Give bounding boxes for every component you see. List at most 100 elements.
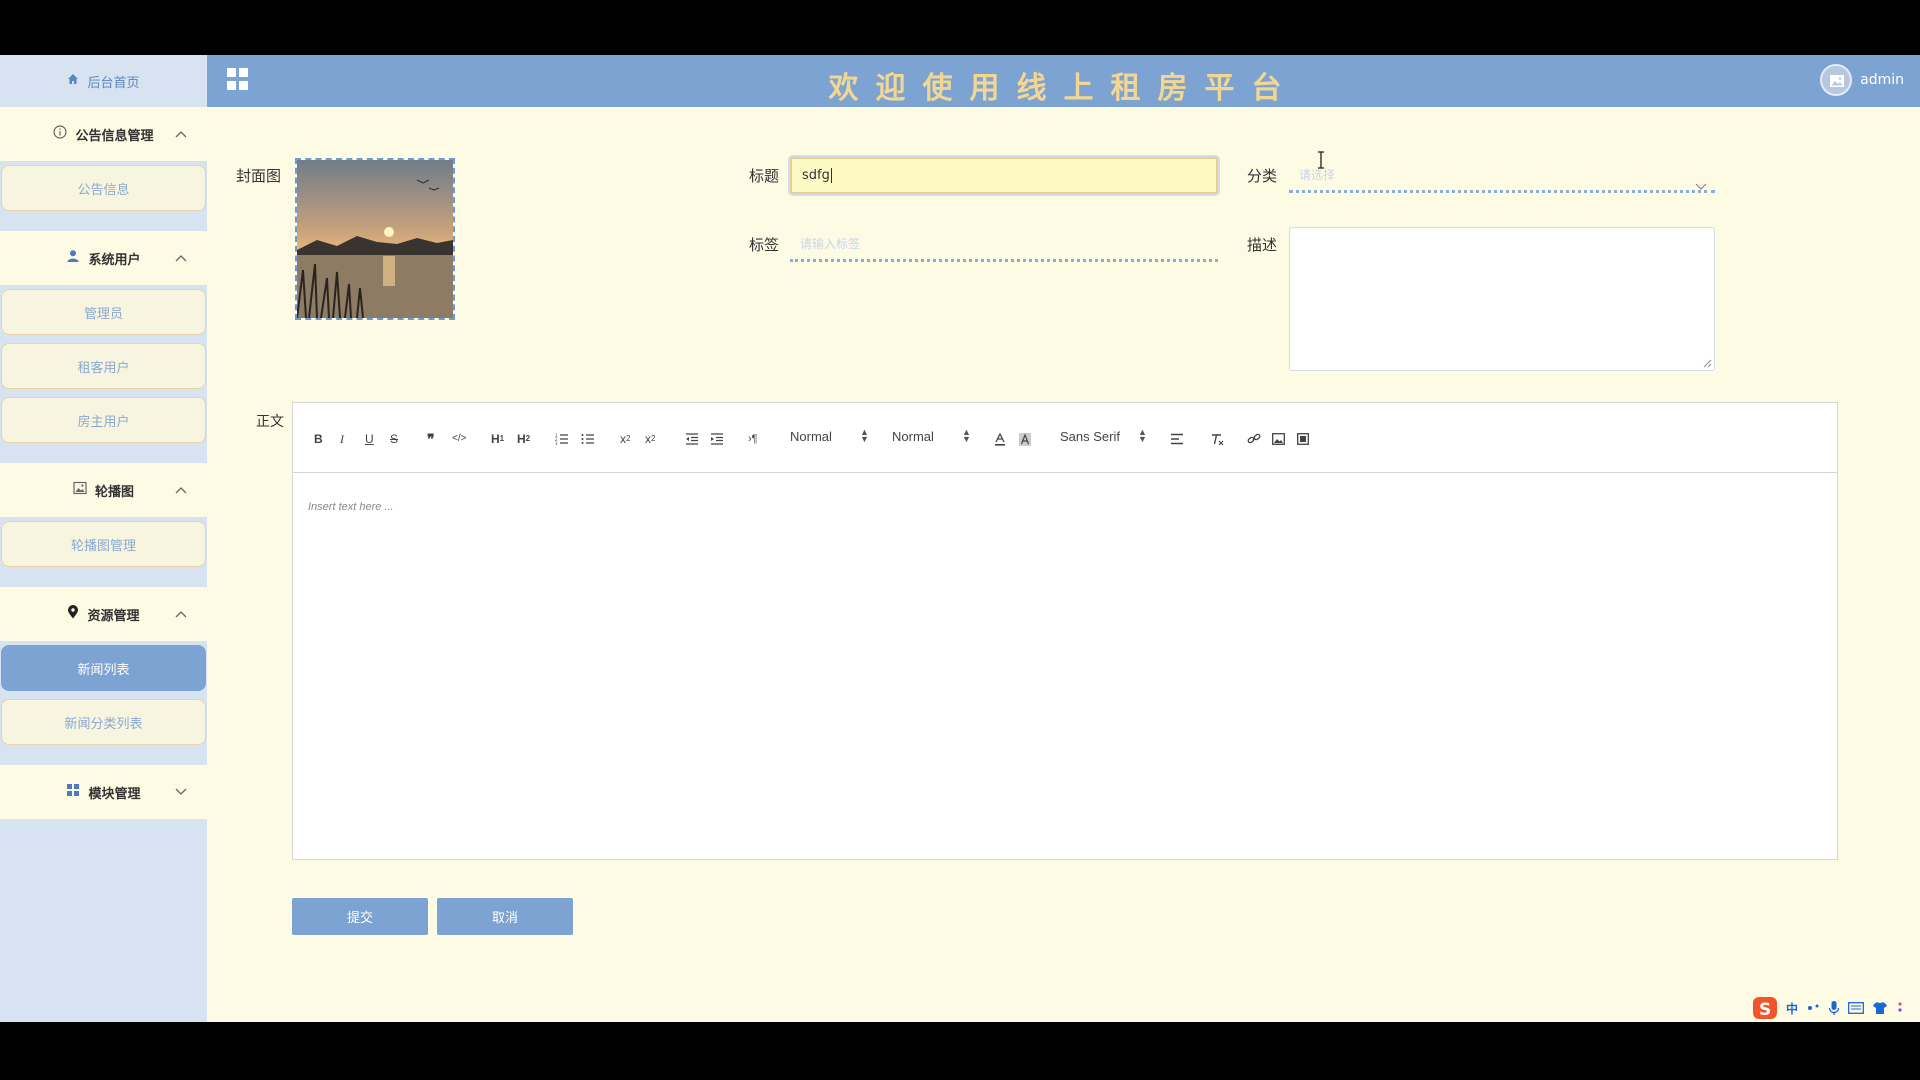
size-select[interactable]: Normal ▲ ▼ <box>892 428 971 445</box>
header-select[interactable]: Normal ▲ ▼ <box>790 428 869 445</box>
submenu-carousel: 轮播图管理 <box>0 517 207 579</box>
menu-group-label: 系统用户 <box>88 252 141 268</box>
superscript-icon[interactable]: x2 <box>645 431 655 447</box>
strikethrough-icon[interactable]: S <box>390 431 398 447</box>
divider <box>0 223 207 231</box>
resize-handle-icon[interactable] <box>1703 359 1712 368</box>
rich-text-editor: B I U S ❞ </> H1 H2 123 x2 x2 ›¶ Normal … <box>292 402 1838 860</box>
user-icon <box>66 249 80 267</box>
sidebar-item-admin[interactable]: 管理员 <box>1 289 206 335</box>
cover-label: 封面图 <box>236 167 282 185</box>
sidebar-item-news-category-list[interactable]: 新闻分类列表 <box>1 699 206 745</box>
editor-toolbar: B I U S ❞ </> H1 H2 123 x2 x2 ›¶ Normal … <box>293 403 1837 473</box>
chevron-down-icon <box>175 785 187 800</box>
submenu-resources: 新闻列表 新闻分类列表 <box>0 641 207 757</box>
ime-language-toggle[interactable]: 中 <box>1786 1000 1798 1017</box>
home-icon <box>67 73 79 89</box>
top-header: 欢迎使用线上租房平台 admin <box>207 55 1920 107</box>
title-input[interactable]: sdfg <box>790 157 1218 194</box>
heading1-icon[interactable]: H1 <box>491 431 504 447</box>
outdent-icon[interactable] <box>685 431 699 447</box>
category-label: 分类 <box>1247 167 1278 185</box>
punctuation-icon[interactable] <box>1806 1002 1820 1014</box>
svg-text:3: 3 <box>555 441 558 445</box>
menu-group-label: 模块管理 <box>88 786 141 802</box>
tags-input-placeholder: 请输入标签 <box>800 237 861 251</box>
chevron-up-icon <box>175 483 187 498</box>
font-family-select[interactable]: Sans Serif ▲ ▼ <box>1060 428 1147 445</box>
menu-group-carousel[interactable]: 轮播图 <box>0 463 207 517</box>
keyboard-icon[interactable] <box>1848 1002 1864 1014</box>
menu-group-notice[interactable]: 公告信息管理 <box>0 107 207 161</box>
font-color-icon[interactable] <box>994 431 1006 447</box>
description-textarea[interactable] <box>1289 227 1715 371</box>
image-icon <box>73 481 87 499</box>
chevron-up-icon <box>175 251 187 266</box>
screen: 后台首页 公告信息管理 公告信息 系统用户 管理员 租客用户 房主用户 轮播图 … <box>0 0 1920 1080</box>
body-label: 正文 <box>256 414 284 430</box>
microphone-icon[interactable] <box>1828 1000 1840 1016</box>
sidebar-item-news-list[interactable]: 新闻列表 <box>1 645 206 691</box>
ordered-list-icon[interactable]: 123 <box>555 431 569 447</box>
submit-button[interactable]: 提交 <box>292 898 428 935</box>
title-input-value: sdfg <box>802 168 830 183</box>
link-icon[interactable] <box>1247 431 1261 447</box>
italic-icon[interactable]: I <box>340 431 344 447</box>
user-menu[interactable]: admin <box>1820 64 1904 96</box>
clear-format-icon[interactable] <box>1210 431 1224 447</box>
select-arrows-icon: ▲ ▼ <box>962 427 971 444</box>
grid-icon <box>66 783 80 801</box>
ime-toolbar: S 中 <box>1752 995 1904 1021</box>
chevron-up-icon <box>175 127 187 142</box>
blockquote-icon[interactable]: ❞ <box>427 431 435 447</box>
divider <box>0 757 207 765</box>
description-label: 描述 <box>1247 236 1278 254</box>
editor-content[interactable]: Insert text here ... <box>293 473 1837 859</box>
heading2-icon[interactable]: H2 <box>517 431 530 447</box>
tags-input[interactable]: 请输入标签 <box>790 228 1218 262</box>
sidebar-item-notice-info[interactable]: 公告信息 <box>1 165 206 211</box>
menu-group-modules[interactable]: 模块管理 <box>0 765 207 819</box>
bullet-list-icon[interactable] <box>581 431 595 447</box>
location-pin-icon <box>67 605 79 623</box>
menu-group-resources[interactable]: 资源管理 <box>0 587 207 641</box>
chevron-down-icon <box>1695 171 1707 203</box>
category-select[interactable]: 请选择 <box>1289 159 1715 193</box>
subscript-icon[interactable]: x2 <box>620 431 630 447</box>
size-select-value: Normal <box>892 429 934 444</box>
sogou-logo-icon[interactable]: S <box>1752 995 1778 1021</box>
sidebar-item-tenant-users[interactable]: 租客用户 <box>1 343 206 389</box>
submenu-notice: 公告信息 <box>0 161 207 223</box>
align-icon[interactable] <box>1170 431 1184 447</box>
insert-video-icon[interactable] <box>1297 431 1309 447</box>
divider <box>0 579 207 587</box>
cover-image-upload[interactable] <box>295 158 455 320</box>
select-arrows-icon: ▲ ▼ <box>860 427 869 444</box>
tags-label: 标签 <box>749 236 780 254</box>
editor-placeholder: Insert text here ... <box>308 501 394 513</box>
info-circle-icon <box>53 125 68 143</box>
background-color-icon[interactable] <box>1019 431 1031 447</box>
font-family-select-value: Sans Serif <box>1060 429 1120 444</box>
category-select-placeholder: 请选择 <box>1299 168 1336 182</box>
app-window: 后台首页 公告信息管理 公告信息 系统用户 管理员 租客用户 房主用户 轮播图 … <box>0 55 1920 1022</box>
skin-shirt-icon[interactable] <box>1872 1001 1888 1015</box>
username: admin <box>1860 72 1904 88</box>
submenu-system-users: 管理员 租客用户 房主用户 <box>0 285 207 455</box>
text-caret <box>830 168 832 183</box>
avatar <box>1820 64 1853 96</box>
more-icon[interactable] <box>1896 1001 1904 1015</box>
indent-icon[interactable] <box>710 431 724 447</box>
sidebar-home[interactable]: 后台首页 <box>0 55 207 107</box>
code-block-icon[interactable]: </> <box>452 431 466 447</box>
cancel-button[interactable]: 取消 <box>437 898 573 935</box>
menu-group-system-users[interactable]: 系统用户 <box>0 231 207 285</box>
sidebar-item-landlord-users[interactable]: 房主用户 <box>1 397 206 443</box>
underline-icon[interactable]: U <box>365 431 374 447</box>
bold-icon[interactable]: B <box>314 431 323 447</box>
sidebar-item-carousel-manage[interactable]: 轮播图管理 <box>1 521 206 567</box>
menu-group-label: 轮播图 <box>94 484 134 500</box>
text-direction-icon[interactable]: ›¶ <box>748 431 758 447</box>
insert-image-icon[interactable] <box>1272 431 1285 447</box>
select-arrows-icon: ▲ ▼ <box>1138 427 1147 444</box>
